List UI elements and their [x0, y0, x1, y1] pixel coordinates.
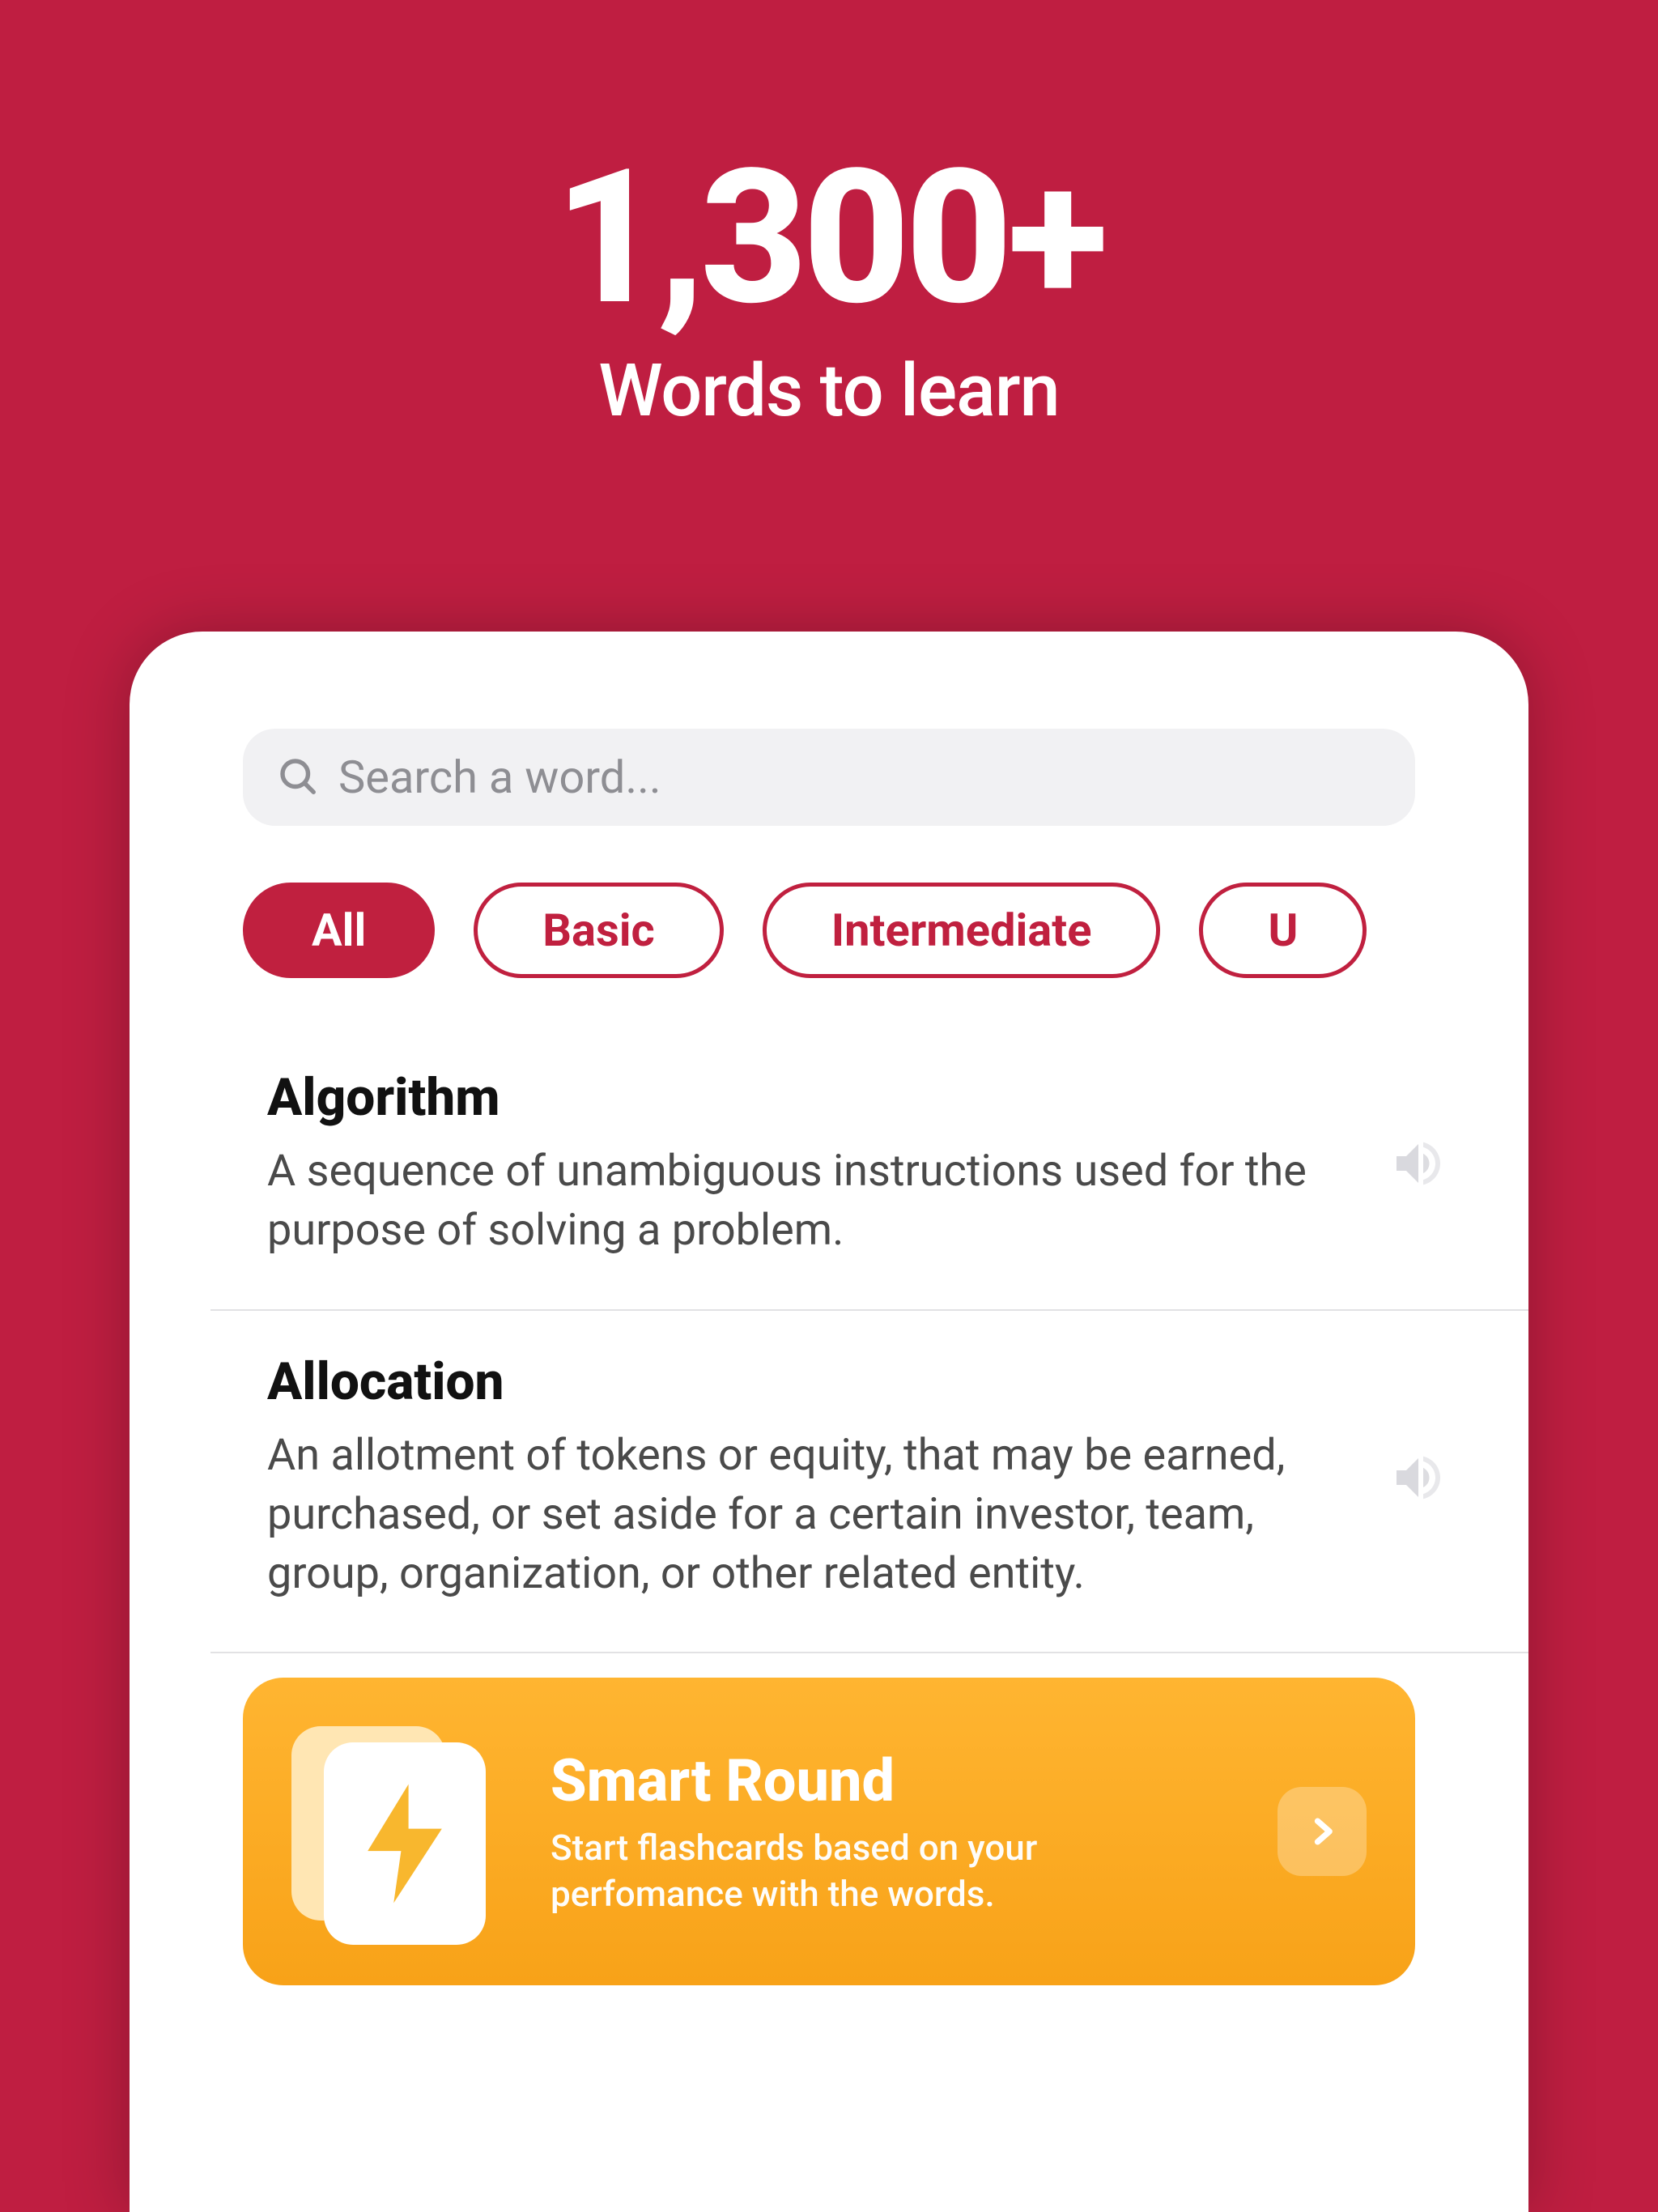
- app-card: All Basic Intermediate U Algorithm A seq…: [130, 632, 1528, 2212]
- word-list: Algorithm A sequence of unambiguous inst…: [130, 1027, 1528, 1985]
- hero-subtitle: Words to learn: [0, 348, 1658, 433]
- promo-title: Smart Round: [551, 1746, 1229, 1815]
- filter-chip-basic[interactable]: Basic: [474, 883, 723, 978]
- chevron-right-icon[interactable]: [1278, 1787, 1367, 1876]
- word-entry[interactable]: Algorithm A sequence of unambiguous inst…: [267, 1027, 1448, 1309]
- word-definition: An allotment of tokens or equity, that m…: [267, 1427, 1357, 1604]
- hero: 1,300+ Words to learn: [0, 0, 1658, 433]
- smart-round-promo[interactable]: Smart Round Start flashcards based on yo…: [243, 1678, 1415, 1985]
- search-input[interactable]: [338, 751, 1383, 804]
- word-entry[interactable]: Allocation An allotment of tokens or equ…: [267, 1311, 1448, 1653]
- filter-chip-intermediate[interactable]: Intermediate: [763, 883, 1161, 978]
- flashcard-icon: [291, 1726, 502, 1937]
- filter-chip-next[interactable]: U: [1199, 883, 1367, 978]
- speaker-icon[interactable]: [1389, 1134, 1448, 1193]
- search-icon: [275, 754, 319, 801]
- filter-chips: All Basic Intermediate U: [130, 883, 1528, 978]
- word-term: Algorithm: [267, 1067, 1357, 1128]
- search-bar[interactable]: [243, 729, 1415, 826]
- word-definition: A sequence of unambiguous instructions u…: [267, 1142, 1357, 1261]
- filter-chip-all[interactable]: All: [243, 883, 435, 978]
- hero-count: 1,300+: [0, 146, 1658, 332]
- promo-subtitle: Start flashcards based on your perfomanc…: [551, 1825, 1229, 1917]
- speaker-icon[interactable]: [1389, 1448, 1448, 1507]
- divider: [210, 1652, 1528, 1653]
- word-term: Allocation: [267, 1351, 1357, 1412]
